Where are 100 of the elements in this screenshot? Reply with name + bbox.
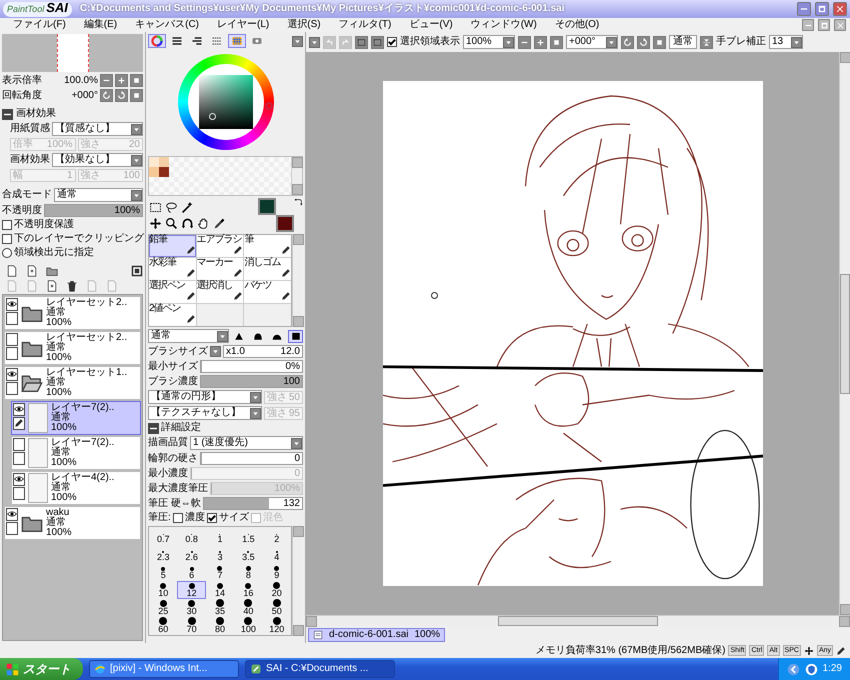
brush-size-preset[interactable]: 5 [149,563,178,581]
brush-size-preset[interactable]: 8 [234,563,263,581]
field-label: 描画品質 [148,437,188,449]
brush-size-preset[interactable]: 7 [206,563,234,581]
blend-mode-label: 通常 [46,378,67,388]
brush-size-preset[interactable]: 2.6 [177,545,206,563]
brush-size-preset[interactable]: 6 [177,563,206,581]
opacity-label: 100% [51,492,78,503]
texture-dropdown[interactable]: 【効果なし】 [52,153,143,167]
field-label: 手ブレ補正 [716,36,766,48]
option-label: 不透明度保護 [14,219,74,231]
menu-item[interactable]: フィルタ(T) [330,19,400,31]
blend-mode-button[interactable]: 通常 [669,35,697,49]
field-label: 不透明度 [2,204,42,216]
layer-name: レイヤー7(2).. [51,438,114,448]
texture-dropdown[interactable]: 【質感なし】 [52,122,143,136]
brush-size-preset[interactable]: 20 [262,581,291,599]
section-heading: 詳細設定 [161,422,201,434]
brush-tool[interactable]: エアブラシ [196,235,244,257]
layer-row[interactable]: レイヤー7(2).. 通常 100% [11,400,141,435]
layer-folder-row[interactable]: レイヤーセット1.. 通常 100% [4,366,141,400]
brush-tool[interactable]: 選択消し [196,281,244,303]
layer-row[interactable]: レイヤー7(2).. 通常 100% [11,436,141,470]
menu-item[interactable]: ウィンドウ(W) [462,19,546,31]
brush-size-preset[interactable]: 35 [206,599,234,617]
taskbar-button[interactable]: [pixiv] - Windows Int... [89,660,239,678]
brush-size-preset[interactable]: 80 [206,617,234,635]
layer-row[interactable]: レイヤー4(2).. 通常 100% [11,470,141,505]
menu-item[interactable]: その他(O) [546,19,608,31]
brush-size-preset[interactable]: 1.5 [234,527,263,545]
document-tab[interactable]: d-comic-6-001.sai 100% [308,628,446,642]
opacity-label: 100% [51,422,78,433]
menu-item[interactable]: キャンバス(C) [126,19,208,31]
brush-size-preset[interactable]: 70 [177,617,206,635]
menu-item[interactable]: レイヤー(L) [208,19,278,31]
brush-size-preset[interactable]: 9 [262,563,291,581]
value-slider[interactable]: 0% [200,360,303,373]
brush-tool[interactable]: 鉛筆 [149,235,196,257]
brush-size-preset[interactable]: 120 [262,617,291,635]
value-slider[interactable]: 0 [200,452,303,465]
brush-tool[interactable]: マーカー [196,258,244,280]
field-value: +000° [71,90,98,102]
layer-name: レイヤーセット2.. [46,332,128,343]
brush-size-preset[interactable]: 60 [149,617,178,635]
brush-tool[interactable]: 選択ペン [149,281,196,303]
clock: 1:29 [822,663,842,675]
field-label: 筆圧: [148,512,171,524]
menu-item[interactable]: ビュー(V) [400,19,462,31]
menu-item[interactable]: ファイル(F) [4,19,75,31]
brush-size-preset[interactable]: 3 [206,545,234,563]
blend-mode-label: 通常 [46,518,66,528]
blend-mode-dropdown[interactable]: 通常 [54,188,143,202]
brush-size-preset[interactable]: 3.5 [234,545,263,563]
layer-name: レイヤー4(2).. [51,472,114,483]
brush-size-preset[interactable]: 4 [262,545,291,563]
blend-mode-label: 通常 [46,308,67,318]
brush-tool[interactable]: 筆 [244,235,291,257]
taskbar-button[interactable]: SAI - C:¥Documents ... [245,660,395,678]
opacity-slider[interactable]: 100% [44,204,143,217]
blend-mode-dropdown[interactable]: 通常 [148,329,229,343]
brush-size-preset[interactable]: 40 [234,599,263,617]
value-slider[interactable]: 132 [202,497,303,510]
brush-tool[interactable]: 消しゴム [244,258,291,280]
layer-name: レイヤーセット2.. [46,298,128,308]
brush-size-preset[interactable]: 10 [149,581,178,599]
brush-tool[interactable]: バケツ [244,281,291,303]
stabilizer-dropdown[interactable]: 13 [769,35,803,49]
brush-size-field[interactable]: x1.0 12.0 [223,345,303,358]
brush-size-preset[interactable]: 1 [206,527,234,545]
memory-status: メモリ負荷率31% (67MB使用/562MB確保) [535,644,726,656]
blend-mode-label: 通常 [51,448,72,458]
brush-tool[interactable]: 2値ペン [149,304,196,326]
layer-folder-row[interactable]: レイヤーセット2.. 通常 100% [4,296,141,330]
brush-size-preset[interactable]: 0.8 [177,527,206,545]
brush-size-preset[interactable]: 100 [234,617,263,635]
brush-size-preset[interactable]: 14 [206,581,234,599]
field-label: 用紙質感 [10,123,50,135]
zoom-dropdown[interactable]: 100% [463,35,515,49]
brush-size-preset[interactable]: 25 [149,599,178,617]
layer-folder-row[interactable]: レイヤーセット2.. 通常 100% [4,330,141,365]
blend-mode-label: 通常 [51,412,72,423]
brush-size-preset[interactable]: 2 [262,527,291,545]
value-slider[interactable]: 100 [200,375,303,388]
brush-size-preset[interactable]: 0.7 [149,527,178,545]
layer-folder-row[interactable]: waku 通常 100% [4,506,141,540]
field-label: 最小サイズ [148,360,198,372]
quality-dropdown[interactable]: 1 (速度優先) [190,436,303,450]
brush-size-preset[interactable]: 50 [262,599,291,617]
layer-name: waku [46,508,70,518]
brush-size-preset[interactable]: 16 [234,581,263,599]
brush-size-preset[interactable]: 12 [177,581,206,599]
field-label: 筆圧 硬⇔軟 [148,498,201,510]
menu-item[interactable]: 編集(E) [74,19,126,31]
brush-size-preset[interactable]: 2.3 [149,545,178,563]
menu-item[interactable]: 選択(S) [278,19,330,31]
brush-size-preset[interactable]: 30 [177,599,206,617]
brush-tool[interactable]: 水彩筆 [149,258,196,280]
field-label: 最小濃度 [148,468,188,480]
angle-dropdown[interactable]: +000° [566,35,618,49]
field-label: 輪郭の硬さ [148,452,198,464]
